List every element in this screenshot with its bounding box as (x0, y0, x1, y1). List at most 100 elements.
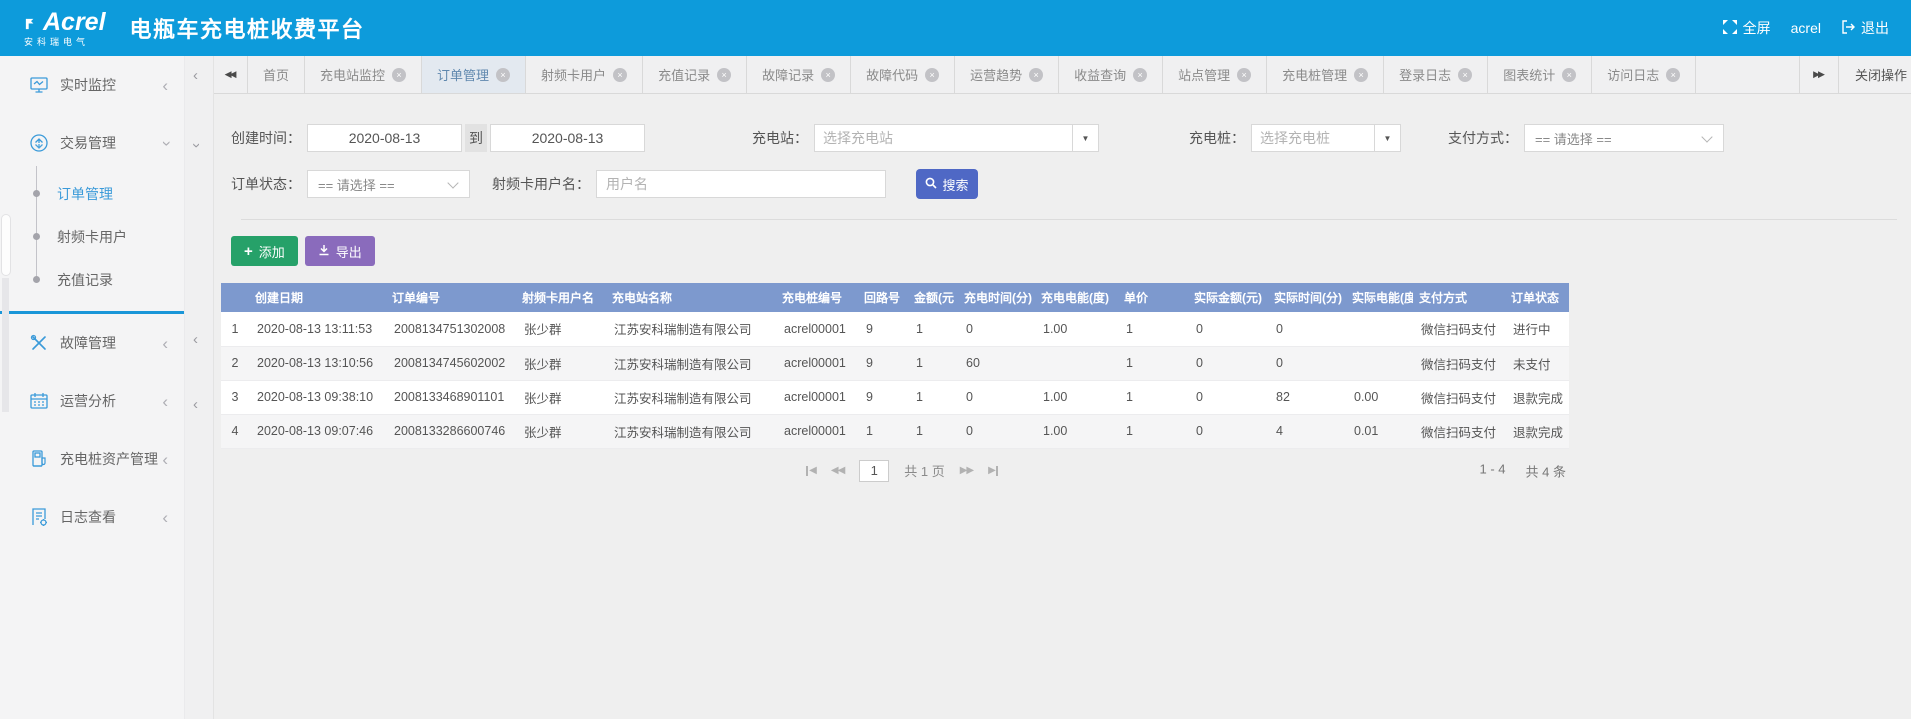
tab-item-8[interactable]: 运营趋势× (955, 56, 1059, 93)
total-count-label: 共 4 条 (1526, 461, 1566, 480)
tab-close-icon[interactable]: × (1354, 68, 1368, 82)
add-button[interactable]: + 添加 (231, 236, 298, 266)
next-page-button[interactable]: ▶▶ (960, 465, 973, 476)
tab-item-2[interactable]: 充电站监控× (305, 56, 422, 93)
tab-item-6[interactable]: 故障记录 × (747, 56, 851, 93)
tab-close-icon[interactable]: × (1133, 68, 1147, 82)
cell: 1 (908, 346, 958, 380)
pile-combo-arrow-button[interactable]: ▼ (1374, 125, 1400, 151)
table-row[interactable]: 32020-08-13 09:38:102008133468901101张少群江… (221, 380, 1569, 414)
sidebar-item-charger-asset-mgmt[interactable]: 充电桩资产管理 ‹ (0, 430, 184, 488)
export-button[interactable]: 导出 (305, 236, 375, 266)
filter-panel: 创建时间： 到 充电站： 选择充电站 ▼ 充电桩： 选择充电桩 ▼ 支付方式： … (214, 94, 1911, 266)
sidebar-item-realtime-monitor[interactable]: 实时监控 ‹ (0, 56, 184, 114)
range-label: 1 - 4 (1480, 461, 1506, 480)
sidebar-item-operation-analysis[interactable]: 运营分析 ‹ (0, 372, 184, 430)
column-header: 支付方式 (1413, 283, 1505, 312)
username[interactable]: acrel (1791, 20, 1821, 36)
collapse-chevron-icon[interactable]: ‹ (193, 68, 198, 83)
page-input[interactable] (859, 460, 889, 482)
sidebar-scrollbar-thumb[interactable] (1, 214, 11, 276)
triangle-down-icon: ▼ (1384, 134, 1392, 143)
sidebar-item-log-view[interactable]: 日志查看 ‹ (0, 488, 184, 546)
fullscreen-button[interactable]: 全屏 (1723, 18, 1771, 38)
tab-item-13[interactable]: 图表统计× (1488, 56, 1592, 93)
tab-item-12[interactable]: 登录日志× (1384, 56, 1488, 93)
tab-item-10[interactable]: 站点管理× (1163, 56, 1267, 93)
close-operations-menu[interactable]: 关闭操作 (1839, 56, 1911, 93)
triangle-down-icon: ▼ (1082, 134, 1090, 143)
double-right-arrow-icon: ▶▶ (1813, 69, 1823, 80)
tab-item-5[interactable]: 充值记录× (643, 56, 747, 93)
tab-close-icon[interactable]: × (1458, 68, 1472, 82)
order-status-select[interactable]: == 请选择 == (307, 170, 470, 198)
tabs-scroll-left-button[interactable]: ◀◀ (214, 56, 248, 93)
cell: 2020-08-13 09:38:10 (249, 380, 386, 414)
cell: 2008133468901101 (386, 380, 516, 414)
tab-item-3[interactable]: 订单管理× (422, 56, 526, 93)
cell: acrel00001 (776, 312, 858, 346)
tab-item-9[interactable]: 收益查询× (1059, 56, 1163, 93)
cell: 0 (1188, 312, 1268, 346)
logout-button[interactable]: 退出 (1841, 18, 1889, 38)
cell: 退款完成 (1505, 380, 1569, 414)
tab-close-icon[interactable]: × (1562, 68, 1576, 82)
tab-item-14[interactable]: 访问日志× (1592, 56, 1696, 93)
column-header: 充电桩编号 (776, 283, 858, 312)
tab-close-icon[interactable]: × (1666, 68, 1680, 82)
cell: 2020-08-13 13:11:53 (249, 312, 386, 346)
tab-close-icon[interactable]: × (1029, 68, 1043, 82)
submenu-item-recharge-records[interactable]: 充值记录 (0, 258, 184, 301)
table-row[interactable]: 42020-08-13 09:07:462008133286600746张少群江… (221, 414, 1569, 448)
date-from-input[interactable] (307, 124, 462, 152)
tab-close-icon[interactable]: × (392, 68, 406, 82)
pile-combobox[interactable]: 选择充电桩 ▼ (1251, 124, 1401, 152)
payment-method-select[interactable]: == 请选择 == (1524, 124, 1724, 152)
tab-close-icon[interactable]: × (613, 68, 627, 82)
sidebar-item-fault-mgmt[interactable]: 故障管理 ‹ (0, 314, 184, 372)
tab-label: 故障记录 (762, 65, 814, 84)
collapse-chevron-icon[interactable]: ‹ (193, 332, 198, 347)
cell: 0 (1188, 380, 1268, 414)
rfid-username-input[interactable] (596, 170, 886, 198)
chevron-down-icon: ‹ (157, 140, 174, 146)
cell: 1 (908, 380, 958, 414)
transaction-icon (28, 132, 50, 154)
cell: 4 (1268, 414, 1346, 448)
station-combo-arrow-button[interactable]: ▼ (1072, 125, 1098, 151)
tab-item-7[interactable]: 故障代码× (851, 56, 955, 93)
date-to-input[interactable] (490, 124, 645, 152)
station-combobox[interactable]: 选择充电站 ▼ (814, 124, 1099, 152)
submenu-item-rfid-users[interactable]: 射频卡用户 (0, 215, 184, 258)
collapse-chevron-icon[interactable]: ‹ (193, 397, 198, 412)
tab-close-icon[interactable]: × (925, 68, 939, 82)
monitor-icon (28, 74, 50, 96)
tools-icon (28, 332, 50, 354)
tab-close-icon[interactable]: × (717, 68, 731, 82)
collapse-chevron-icon[interactable]: ‹ (188, 143, 203, 148)
search-button[interactable]: 搜索 (916, 169, 978, 199)
bullet-dot (33, 190, 40, 197)
cell: 微信扫码支付 (1413, 312, 1505, 346)
cell: 1.00 (1035, 380, 1118, 414)
first-page-button[interactable]: ◀ (806, 465, 816, 476)
sidebar-item-transaction-mgmt[interactable]: 交易管理 ‹ (0, 114, 184, 172)
prev-page-button[interactable]: ◀◀ (831, 465, 844, 476)
cell: 未支付 (1505, 346, 1569, 380)
tab-item-4[interactable]: 射频卡用户× (526, 56, 643, 93)
table-row[interactable]: 22020-08-13 13:10:562008134745602002张少群江… (221, 346, 1569, 380)
sidebar-item-label: 充电桩资产管理 (60, 449, 158, 469)
last-page-button[interactable]: ▶ (988, 465, 998, 476)
cell: 2008134751302008 (386, 312, 516, 346)
date-to-label: 到 (465, 124, 487, 152)
column-header: 订单编号 (386, 283, 516, 312)
tab-close-icon[interactable]: × (821, 68, 835, 82)
table-row[interactable]: 12020-08-13 13:11:532008134751302008张少群江… (221, 312, 1569, 346)
tab-close-icon[interactable]: × (1237, 68, 1251, 82)
submenu-item-order-mgmt[interactable]: 订单管理 (0, 172, 184, 215)
tab-item-1[interactable]: 首页 (248, 56, 305, 93)
tabs-scroll-right-button[interactable]: ▶▶ (1799, 56, 1839, 93)
acrel-logo: Acrel 安科瑞电气 (24, 10, 106, 47)
tab-item-11[interactable]: 充电桩管理× (1267, 56, 1384, 93)
tab-close-icon[interactable]: × (496, 68, 510, 82)
